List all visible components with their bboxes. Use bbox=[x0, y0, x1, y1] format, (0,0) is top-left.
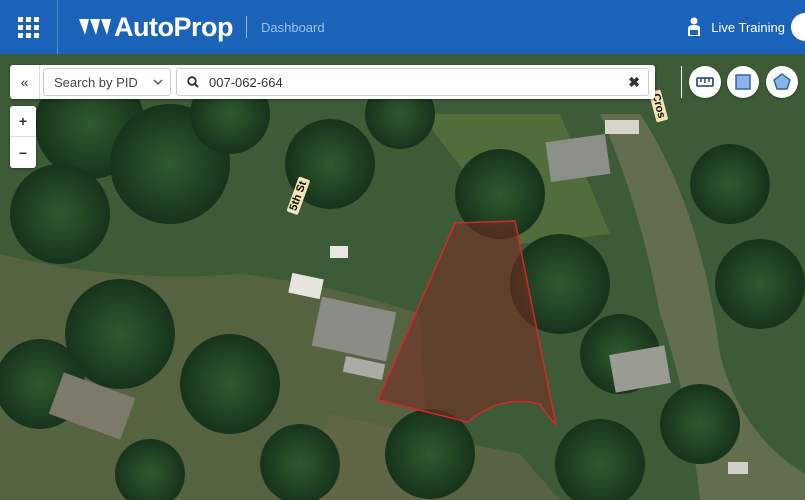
polygon-tool-button[interactable] bbox=[766, 66, 798, 98]
trainer-icon bbox=[688, 17, 701, 36]
rectangle-tool-button[interactable] bbox=[727, 66, 759, 98]
search-panel: « Search by PID 007-062-664 ✖ bbox=[10, 65, 655, 99]
zoom-control: + − bbox=[10, 106, 36, 168]
search-query: 007-062-664 bbox=[209, 74, 283, 90]
search-mode-value: Search by PID bbox=[54, 74, 138, 90]
breadcrumb-dashboard[interactable]: Dashboard bbox=[261, 20, 325, 35]
zoom-out-button[interactable]: − bbox=[10, 137, 36, 168]
search-icon bbox=[187, 76, 199, 88]
collapse-panel-button[interactable]: « bbox=[10, 65, 40, 99]
grid-icon bbox=[18, 16, 39, 38]
search-input[interactable]: 007-062-664 ✖ bbox=[176, 68, 649, 96]
chevron-down-icon bbox=[153, 79, 163, 86]
clear-search-icon[interactable]: ✖ bbox=[628, 74, 640, 91]
polygon-icon bbox=[773, 73, 791, 90]
header-divider bbox=[245, 16, 247, 38]
satellite-map[interactable] bbox=[0, 54, 805, 500]
measure-icon bbox=[696, 77, 714, 87]
search-mode-select[interactable]: Search by PID bbox=[43, 68, 171, 96]
live-training-label: Live Training bbox=[711, 19, 785, 35]
app-header: AutoProp Dashboard Live Training bbox=[0, 0, 805, 54]
app-menu-button[interactable] bbox=[0, 0, 58, 54]
live-training-button[interactable]: Live Training bbox=[685, 0, 785, 54]
autoprop-logo-icon bbox=[79, 19, 111, 35]
app-name: AutoProp bbox=[114, 11, 233, 42]
app-logo[interactable]: AutoProp bbox=[78, 12, 233, 43]
measure-tool-button[interactable] bbox=[689, 66, 721, 98]
user-avatar[interactable] bbox=[791, 13, 805, 41]
toolbar-divider bbox=[681, 66, 682, 98]
rectangle-icon bbox=[735, 74, 751, 90]
satellite-imagery bbox=[0, 54, 805, 500]
zoom-in-button[interactable]: + bbox=[10, 106, 36, 137]
